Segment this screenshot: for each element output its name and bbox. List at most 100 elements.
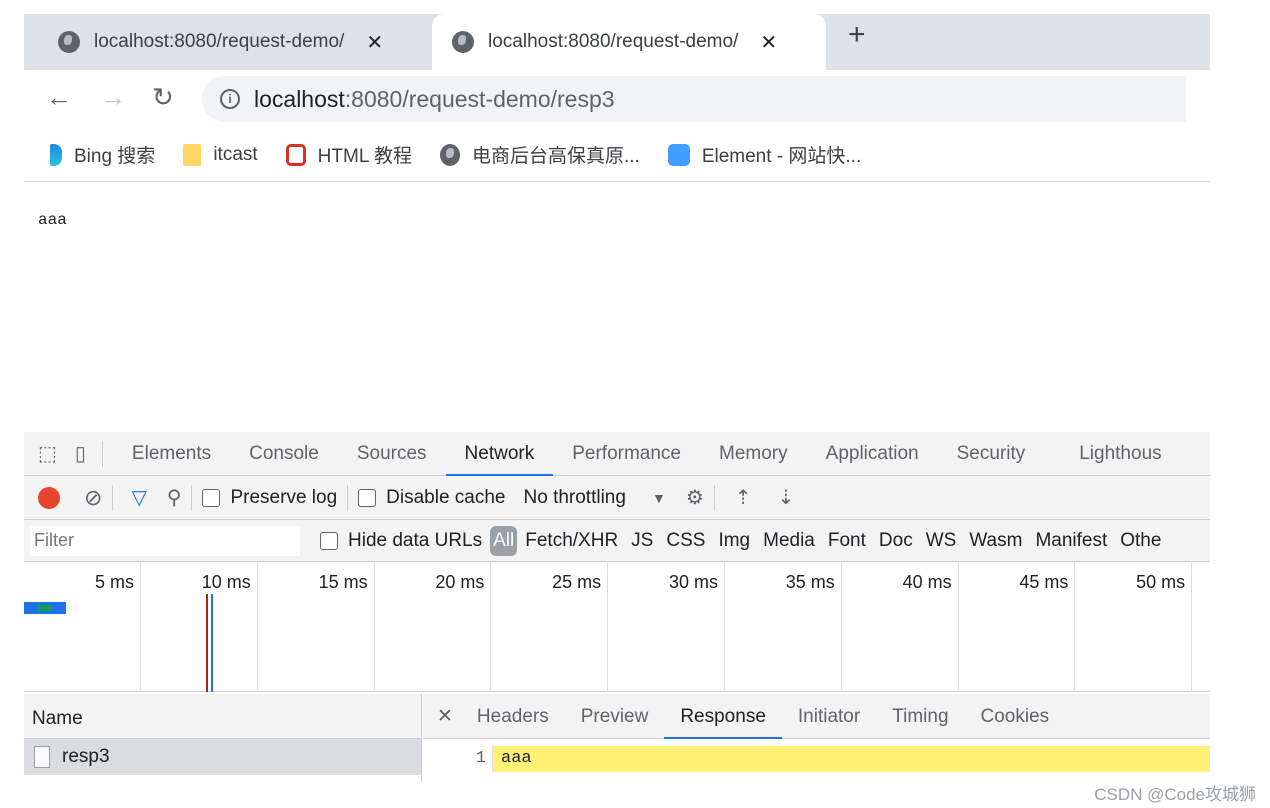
preserve-log-checkbox[interactable] [202,488,221,507]
tab-cookies[interactable]: Cookies [965,694,1066,739]
chevron-down-icon[interactable]: ▼ [652,490,666,506]
tab-network[interactable]: Network [445,432,554,476]
name-column-header[interactable]: Name [24,694,421,739]
line-number: 1 [475,749,486,768]
tab-response[interactable]: Response [664,694,782,739]
tab-performance[interactable]: Performance [553,432,700,476]
network-overview-timeline[interactable]: 5 ms 10 ms 15 ms 20 ms 25 ms 30 ms 35 ms 40 ms 4… [24,562,1210,692]
devtools-tabbar: ⬚ ▯ Elements Console Sources Network Per… [24,432,1210,476]
divider [101,440,103,467]
tab-preview[interactable]: Preview [565,694,665,739]
timeline-gridline [373,562,375,692]
globe-icon [439,143,460,166]
filter-icon[interactable]: ▽ [131,485,146,510]
timeline-gridline [724,562,725,692]
request-row[interactable]: resp3 [24,739,421,775]
bookmark-element[interactable]: Element - 网站快... [667,141,861,168]
filter-type[interactable]: Othe [1120,530,1161,552]
timeline-tick-label: 5 ms [94,572,134,592]
close-tab-button[interactable]: ✕ [760,30,777,55]
timeline-tick-label: 50 ms [1136,572,1186,592]
tab-strip: localhost:8080/request-demo/ ✕ localhost… [24,14,1210,70]
forward-button[interactable]: → [100,82,126,113]
network-conditions-icon[interactable]: ⚙ [686,485,704,510]
timeline-gridline [607,562,609,692]
export-har-icon[interactable]: ⇣ [778,485,795,510]
tab-initiator[interactable]: Initiator [782,694,876,739]
timeline-gridline [490,562,492,692]
network-toolbar: ⊘ ▽ ⚲ Preserve log Disable cache No thro… [24,476,1210,520]
clear-icon[interactable]: ⊘ [84,485,102,511]
divider [713,484,715,511]
tab-timing[interactable]: Timing [876,694,964,739]
bookmarks-bar: Bing 搜索 itcast HTML 教程 电商后台高保真原... Eleme… [24,128,1210,182]
filter-type[interactable]: Wasm [969,530,1022,552]
element-icon [667,143,690,166]
page-content: aaa [24,183,1210,432]
throttling-select[interactable]: No throttling [524,487,626,509]
tab-memory[interactable]: Memory [700,432,807,476]
tab-lighthouse[interactable]: Lighthous [1060,432,1161,476]
tab-headers[interactable]: Headers [461,694,565,739]
record-icon[interactable] [38,486,60,509]
filter-type[interactable]: Manifest [1035,530,1107,552]
bookmark-html[interactable]: HTML 教程 [285,141,412,168]
globe-icon [452,31,474,53]
tab-console[interactable]: Console [230,432,338,476]
close-icon[interactable]: ✕ [437,705,453,728]
timeline-gridline [140,562,141,692]
info-icon: i [220,89,240,109]
bing-icon [50,143,62,166]
response-line[interactable]: aaa [492,746,1210,772]
bookmark-bing[interactable]: Bing 搜索 [50,141,155,168]
browser-tab[interactable]: localhost:8080/request-demo/ ✕ [24,14,430,70]
browser-tab-active[interactable]: localhost:8080/request-demo/ ✕ [432,14,826,70]
device-toolbar-icon[interactable]: ▯ [75,441,86,466]
reload-button[interactable]: ↻ [152,82,174,113]
bookmark-ecommerce[interactable]: 电商后台高保真原... [439,141,640,168]
navigation-bar: ← → ↻ i localhost:8080/request-demo/resp… [24,70,1210,128]
runoob-icon [285,143,306,166]
request-detail: ✕ Headers Preview Response Initiator Tim… [423,694,1210,782]
inspect-element-icon[interactable]: ⬚ [38,441,57,466]
timeline-tick-label: 35 ms [785,572,835,592]
filter-input[interactable] [30,525,300,556]
timeline-tick-label: 45 ms [1019,572,1069,592]
globe-icon [58,31,80,53]
dom-content-loaded-line [211,594,213,692]
filter-type[interactable]: JS [631,530,653,552]
timeline-tick-label: 20 ms [435,572,485,592]
filter-type[interactable]: CSS [666,530,705,552]
tab-elements[interactable]: Elements [113,432,230,476]
search-icon[interactable]: ⚲ [167,485,182,510]
new-tab-button[interactable]: + [848,18,866,52]
address-bar[interactable]: i localhost:8080/request-demo/resp3 [202,76,1186,122]
filter-type[interactable]: Img [718,530,750,552]
timeline-tick-label: 30 ms [668,572,718,592]
page-body-text: aaa [38,211,67,229]
tab-security[interactable]: Security [938,432,1061,476]
filter-all-button[interactable]: All [490,525,518,556]
filter-type[interactable]: Media [763,530,815,552]
load-event-line [206,594,208,692]
filter-type[interactable]: WS [926,530,957,552]
import-har-icon[interactable]: ⇡ [735,485,752,510]
disable-cache-checkbox[interactable] [358,488,377,507]
watermark: CSDN @Code攻城狮 [1094,785,1256,804]
filter-type[interactable]: Font [828,530,866,552]
response-body: 1 aaa [423,746,1210,772]
timeline-tick-label: 15 ms [318,572,368,592]
filter-row: Hide data URLs All Fetch/XHR JS CSS Img … [24,520,1210,562]
tab-application[interactable]: Application [807,432,938,476]
bookmark-itcast[interactable]: itcast [183,143,258,166]
tab-sources[interactable]: Sources [338,432,446,476]
back-button[interactable]: ← [46,82,72,113]
filter-type[interactable]: Fetch/XHR [525,530,618,552]
document-icon [34,746,50,768]
filter-type[interactable]: Doc [879,530,913,552]
request-list: Name resp3 [24,694,422,782]
timeline-gridline [840,562,842,692]
hide-data-urls-checkbox[interactable] [320,531,338,550]
timeline-gridline [1191,562,1193,692]
close-tab-button[interactable]: ✕ [366,30,383,55]
